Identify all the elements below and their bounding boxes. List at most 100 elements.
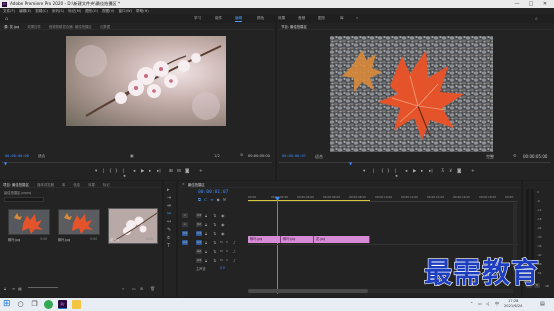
- maximize-button[interactable]: □: [524, 0, 538, 8]
- track-eye-icon[interactable]: ◉: [221, 231, 225, 236]
- mic-icon[interactable]: ♪: [233, 258, 236, 263]
- menu-sequence[interactable]: 序列(S): [52, 9, 64, 14]
- track-target-active[interactable]: A1: [182, 240, 188, 245]
- track-sync-icon[interactable]: ⇅: [213, 249, 216, 254]
- search-taskbar-icon[interactable]: ○: [16, 300, 25, 309]
- source-scale-select[interactable]: 1/2: [214, 154, 220, 158]
- program-timecode-in[interactable]: 00:00:00:07: [282, 154, 306, 158]
- playhead-line[interactable]: [277, 199, 278, 294]
- source-fit-select[interactable]: 适合: [38, 154, 45, 159]
- type-tool-icon[interactable]: T: [167, 243, 170, 249]
- home-icon[interactable]: ⌂: [5, 16, 8, 22]
- solo-button[interactable]: S: [226, 249, 228, 253]
- timeline-clip[interactable]: 枫叶.jpg: [281, 236, 314, 243]
- source-playhead-icon[interactable]: ▼: [4, 161, 7, 166]
- project-item-thumbnail[interactable]: [58, 209, 100, 235]
- extract-icon[interactable]: ⊻: [449, 169, 452, 174]
- ripple-edit-tool-icon[interactable]: ⇹: [167, 203, 171, 209]
- lift-icon[interactable]: ⊼: [441, 169, 444, 174]
- bracket-out-icon[interactable]: }: [115, 169, 118, 174]
- windows-start-icon[interactable]: ⊞: [3, 300, 12, 309]
- frame-forward-icon[interactable]: ▸: [149, 169, 151, 174]
- workspace-audio[interactable]: 音频: [298, 16, 305, 21]
- track-label[interactable]: V1: [196, 231, 202, 236]
- chrome-icon[interactable]: [44, 300, 53, 309]
- track-lock-icon[interactable]: 🔒︎: [205, 213, 207, 218]
- program-frame-back-icon[interactable]: ◂: [405, 169, 407, 174]
- linked-selection-icon[interactable]: ∞: [210, 197, 213, 202]
- track-lock-icon[interactable]: 🔒︎: [205, 258, 207, 263]
- list-view-icon[interactable]: ≡: [12, 286, 15, 291]
- workspace-effects[interactable]: 效果: [278, 16, 285, 21]
- close-button[interactable]: ✕: [538, 0, 552, 8]
- workspace-graphics[interactable]: 图形: [318, 16, 325, 21]
- icon-view-icon[interactable]: ▦: [18, 286, 22, 291]
- workspace-editing[interactable]: 编辑: [235, 16, 243, 22]
- track-sync-icon[interactable]: ⇅: [213, 258, 216, 263]
- slip-tool-icon[interactable]: ↔: [167, 219, 171, 225]
- workspace-libraries[interactable]: 库: [340, 16, 344, 21]
- zoom-slider[interactable]: [28, 287, 58, 288]
- timeline-clip[interactable]: 枫叶.jpg: [248, 236, 281, 243]
- source-time-ruler[interactable]: ▼: [2, 161, 272, 166]
- mic-icon[interactable]: ♪: [233, 249, 236, 254]
- menu-edit[interactable]: 编辑(E): [19, 9, 31, 14]
- mic-icon[interactable]: ♪: [233, 240, 236, 245]
- timeline-clip[interactable]: 花.jpg: [314, 236, 370, 243]
- tab-libraries[interactable]: 库: [62, 182, 65, 187]
- program-camera-icon[interactable]: ◙: [457, 169, 461, 174]
- search-bin-icon[interactable]: ⌕: [122, 286, 124, 291]
- insert-icon[interactable]: ⊞: [169, 169, 173, 174]
- track-lock-icon[interactable]: 🔒︎: [205, 222, 207, 227]
- step-back-icon[interactable]: |◂: [123, 169, 125, 179]
- frame-back-icon[interactable]: ◂: [133, 169, 135, 174]
- program-add-button-icon[interactable]: +: [471, 169, 475, 174]
- tab-project[interactable]: 项目: 最佳拍摄区: [3, 182, 29, 187]
- add-marker-icon[interactable]: ◆: [217, 197, 220, 202]
- bracket-in-icon[interactable]: {: [109, 169, 112, 174]
- settings-icon[interactable]: ▣: [130, 153, 134, 158]
- tab-info[interactable]: 信息: [73, 182, 80, 187]
- lock-icon[interactable]: 🔒︎: [4, 286, 6, 291]
- program-fit-select[interactable]: 适合: [315, 154, 323, 160]
- add-button-icon[interactable]: +: [199, 169, 203, 174]
- track-eye-icon[interactable]: ◉: [221, 222, 225, 227]
- workspace-color[interactable]: 颜色: [257, 16, 264, 21]
- ime-indicator[interactable]: 中: [495, 301, 499, 307]
- menu-view[interactable]: 视图(V): [102, 9, 114, 14]
- camera-icon[interactable]: ◙: [185, 169, 189, 174]
- menu-window[interactable]: 窗口(W): [118, 9, 132, 14]
- track-label[interactable]: V3: [196, 213, 202, 218]
- track-eye-icon[interactable]: ◉: [221, 213, 225, 218]
- program-bracket-in-icon[interactable]: {: [381, 169, 384, 174]
- track-select-tool-icon[interactable]: ⇥: [167, 195, 171, 201]
- tray-arrow-icon[interactable]: ⌃: [470, 301, 473, 306]
- program-play-icon[interactable]: ▶: [413, 169, 416, 174]
- premiere-taskbar-icon[interactable]: Pr: [58, 300, 67, 309]
- project-search-input[interactable]: [4, 197, 44, 202]
- folder-icon[interactable]: [72, 300, 81, 309]
- mute-button[interactable]: M: [220, 258, 223, 262]
- source-timecode-in[interactable]: 00:00:00:00: [5, 154, 29, 158]
- track-label[interactable]: V2: [196, 222, 202, 227]
- track-sync-icon[interactable]: ⇅: [213, 231, 216, 236]
- program-frame-forward-icon[interactable]: ▸: [421, 169, 423, 174]
- track-label[interactable]: A1: [196, 240, 202, 245]
- notification-icon[interactable]: ▤: [540, 301, 545, 307]
- wrench-icon[interactable]: ⚙: [240, 153, 243, 157]
- track-sync-icon[interactable]: ⇅: [213, 213, 216, 218]
- overwrite-icon[interactable]: ⊟: [177, 169, 181, 174]
- network-icon[interactable]: ▭: [478, 301, 482, 306]
- track-target-active[interactable]: V1: [182, 231, 188, 236]
- project-item-thumbnail[interactable]: [8, 209, 50, 235]
- menu-help[interactable]: 帮助(H): [136, 9, 149, 14]
- tab-audio-clip-mixer[interactable]: 音频剪辑混合器: 最佳拍摄区: [49, 24, 92, 29]
- program-playhead-icon[interactable]: ▼: [349, 161, 352, 166]
- new-item-icon[interactable]: ⊞: [140, 286, 143, 291]
- close-tab-icon[interactable]: ×: [182, 182, 185, 186]
- timeline-settings-icon[interactable]: ⚒: [223, 197, 227, 202]
- track-sync-icon[interactable]: ⇅: [213, 222, 216, 227]
- tab-program[interactable]: 节目: 最佳拍摄区: [281, 24, 307, 29]
- hand-tool-icon[interactable]: ✋︎: [167, 235, 170, 241]
- mute-button[interactable]: M: [220, 240, 223, 244]
